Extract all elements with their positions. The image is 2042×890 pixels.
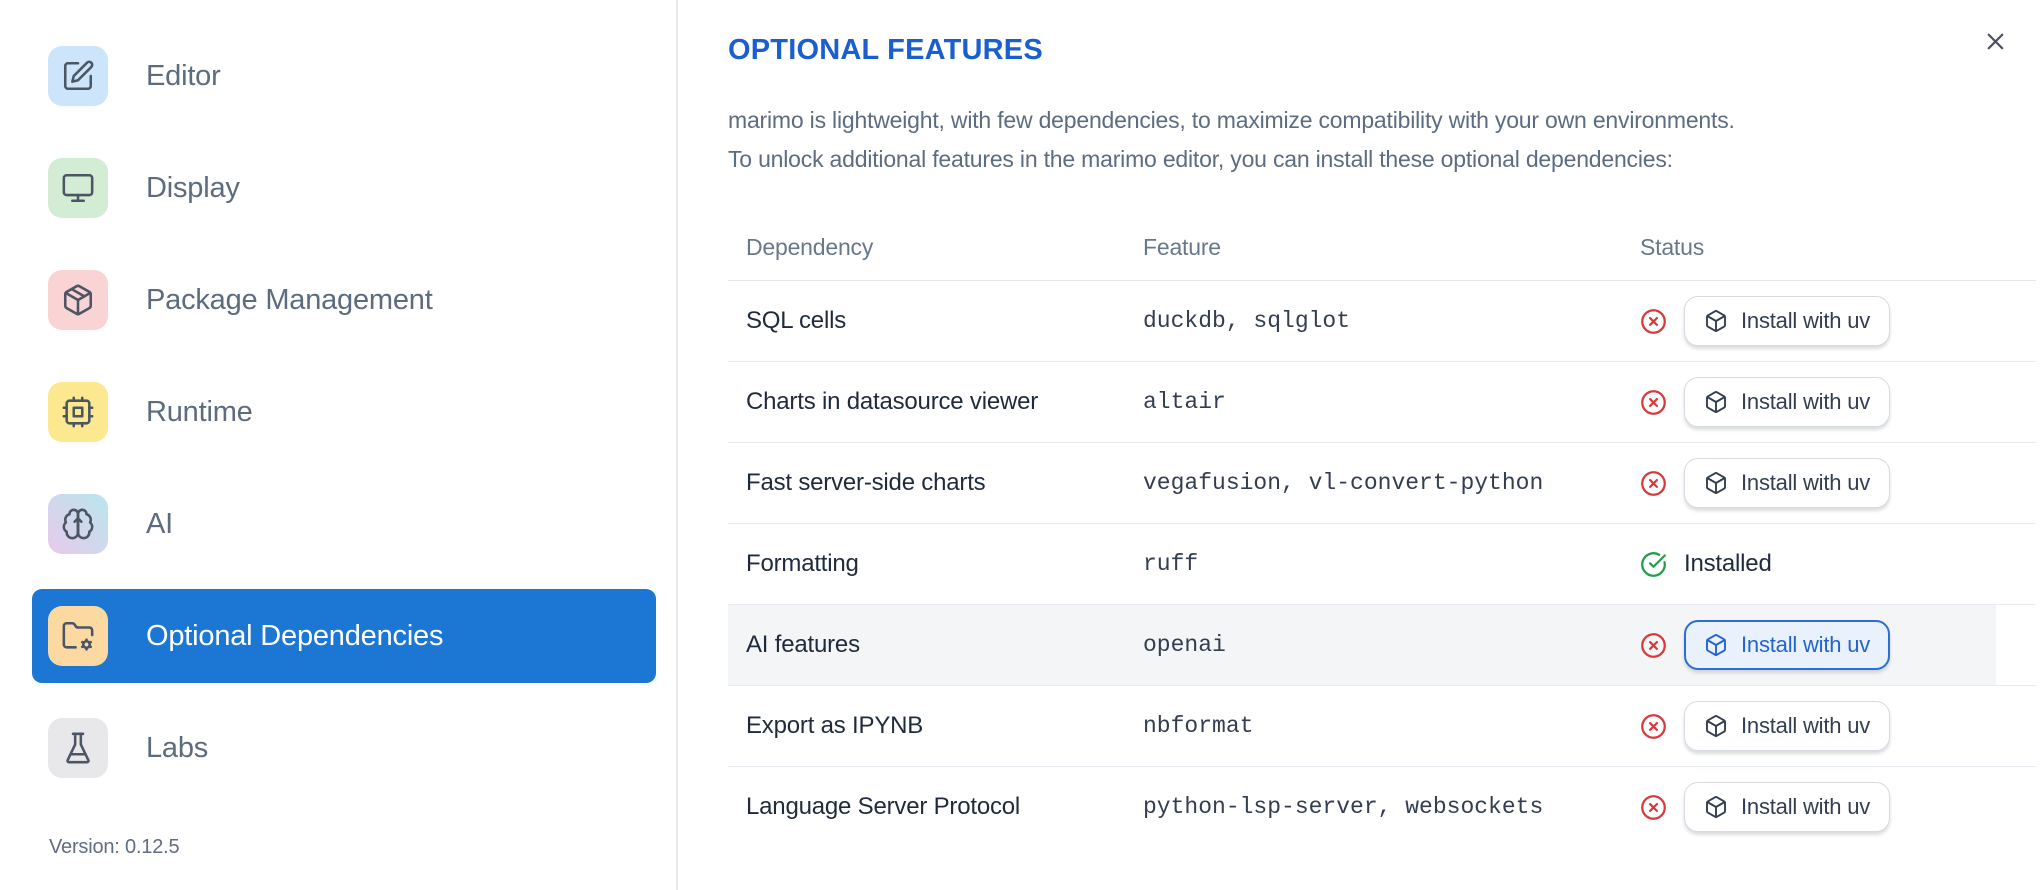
feature-cell: vegafusion, vl-convert-python [1143,470,1544,496]
dependency-cell: Formatting [746,550,859,577]
labs-icon-tile [48,718,108,778]
box-icon [1706,310,1726,332]
status-cell: Install with uv [1622,782,2036,832]
box-icon [1706,715,1726,737]
status-cell: Installed [1622,550,2036,578]
column-header-status: Status [1640,233,1705,260]
table-row: Language Server Protocol python-lsp-serve… [728,767,2036,847]
sidebar-item-package-management[interactable]: Package Management [32,253,656,347]
box-icon [1706,634,1726,656]
display-icon-tile [48,158,108,218]
install-with-uv-button[interactable]: Install with uv [1684,701,1891,751]
table-header-row: Dependency Feature Status [728,214,2036,281]
status-cell: Install with uv [1622,701,2036,751]
table-row: Charts in datasource viewer altair Install… [728,362,2036,443]
circle-x-icon [1641,632,1666,658]
sidebar-item-label: Package Management [146,283,433,316]
sidebar-item-editor[interactable]: Editor [32,29,656,123]
table-row: Export as IPYNB nbformat Install with uv [728,686,2036,767]
page-title: OPTIONAL FEATURES [728,34,1043,66]
close-button[interactable] [1980,26,2011,57]
dependency-cell: Language Server Protocol [746,793,1021,820]
sidebar-item-label: Labs [146,731,209,764]
install-button-label: Install with uv [1741,308,1871,333]
dependency-cell: AI features [746,631,860,658]
circle-x-icon [1641,389,1666,415]
install-with-uv-button[interactable]: Install with uv [1684,620,1891,670]
feature-cell: openai [1143,632,1226,658]
status-cell: Install with uv [1622,377,2036,427]
table-row: Formatting ruff Installed [728,524,2036,605]
sidebar-item-label: Optional Dependencies [146,619,444,652]
install-button-label: Install with uv [1741,470,1871,495]
circle-x-icon [1641,713,1666,739]
sidebar-item-ai[interactable]: AI [32,477,656,571]
box-icon [1706,391,1726,413]
status-cell: Install with uv [1622,296,2036,346]
runtime-icon-tile [48,382,108,442]
feature-cell: nbformat [1143,713,1254,739]
circle-x-icon [1641,794,1666,820]
install-button-label: Install with uv [1741,713,1871,738]
sidebar-item-optional-dependencies[interactable]: Optional Dependencies [32,589,656,683]
install-button-label: Install with uv [1741,632,1871,657]
dependency-cell: Fast server-side charts [746,469,986,496]
circle-x-icon [1641,470,1666,496]
install-button-label: Install with uv [1741,389,1871,414]
circle-check-icon [1641,551,1666,577]
cpu-icon [62,396,94,428]
sidebar-item-label: Runtime [146,395,253,428]
description-line: To unlock additional features in the mar… [728,146,1673,172]
dependencies-table: Dependency Feature Status SQL cells duckd… [728,214,2036,847]
column-header-feature: Feature [1143,233,1221,260]
column-header-dependency: Dependency [746,233,874,260]
package-management-icon-tile [48,270,108,330]
feature-cell: ruff [1143,551,1199,577]
box-icon [1706,796,1726,818]
install-with-uv-button[interactable]: Install with uv [1684,458,1891,508]
sidebar-item-display[interactable]: Display [32,141,656,235]
install-with-uv-button[interactable]: Install with uv [1684,782,1891,832]
install-with-uv-button[interactable]: Install with uv [1684,296,1891,346]
version-label: Version: 0.12.5 [49,836,180,858]
ai-icon-tile [48,494,108,554]
install-button-label: Install with uv [1741,794,1871,819]
close-icon [1987,33,2004,50]
feature-cell: altair [1143,389,1226,415]
feature-cell: python-lsp-server, websockets [1143,794,1544,820]
package-icon [63,284,93,316]
sidebar-item-label: Display [146,171,240,204]
table-row: AI features openai Install with uv [728,605,2036,686]
editor-icon-tile [48,46,108,106]
dependency-cell: Charts in datasource viewer [746,388,1039,415]
sidebar-nav: Editor Display Package Management Runtime AI… [32,29,656,813]
status-cell: Install with uv [1622,458,2036,508]
table-row: SQL cells duckdb, sqlglot Install with uv [728,281,2036,362]
sidebar-item-runtime[interactable]: Runtime [32,365,656,459]
sidebar: Editor Display Package Management Runtime AI… [0,0,678,890]
table-row: Fast server-side charts vegafusion, vl-co… [728,443,2036,524]
install-with-uv-button[interactable]: Install with uv [1684,377,1891,427]
flask-icon [66,732,90,764]
sidebar-item-labs[interactable]: Labs [32,701,656,795]
folder-gear-icon [62,621,94,651]
status-cell: Install with uv [1622,620,2036,670]
panel-description: marimo is lightweight, with few dependen… [728,101,1735,179]
dependency-cell: SQL cells [746,307,847,334]
edit-icon [63,60,94,91]
monitor-icon [62,173,94,203]
settings-dialog: Editor Display Package Management Runtime AI… [0,0,2042,890]
sidebar-item-label: Editor [146,59,221,92]
brain-icon [62,508,94,540]
sidebar-item-label: AI [146,507,173,540]
circle-x-icon [1641,308,1666,334]
installed-label: Installed [1684,550,1772,577]
optional-dependencies-icon-tile [48,606,108,666]
feature-cell: duckdb, sqlglot [1143,308,1351,334]
optional-features-panel: OPTIONAL FEATURES marimo is lightweight,… [680,0,2042,890]
dependency-cell: Export as IPYNB [746,712,924,739]
description-line: marimo is lightweight, with few dependen… [728,107,1735,133]
box-icon [1706,472,1726,494]
